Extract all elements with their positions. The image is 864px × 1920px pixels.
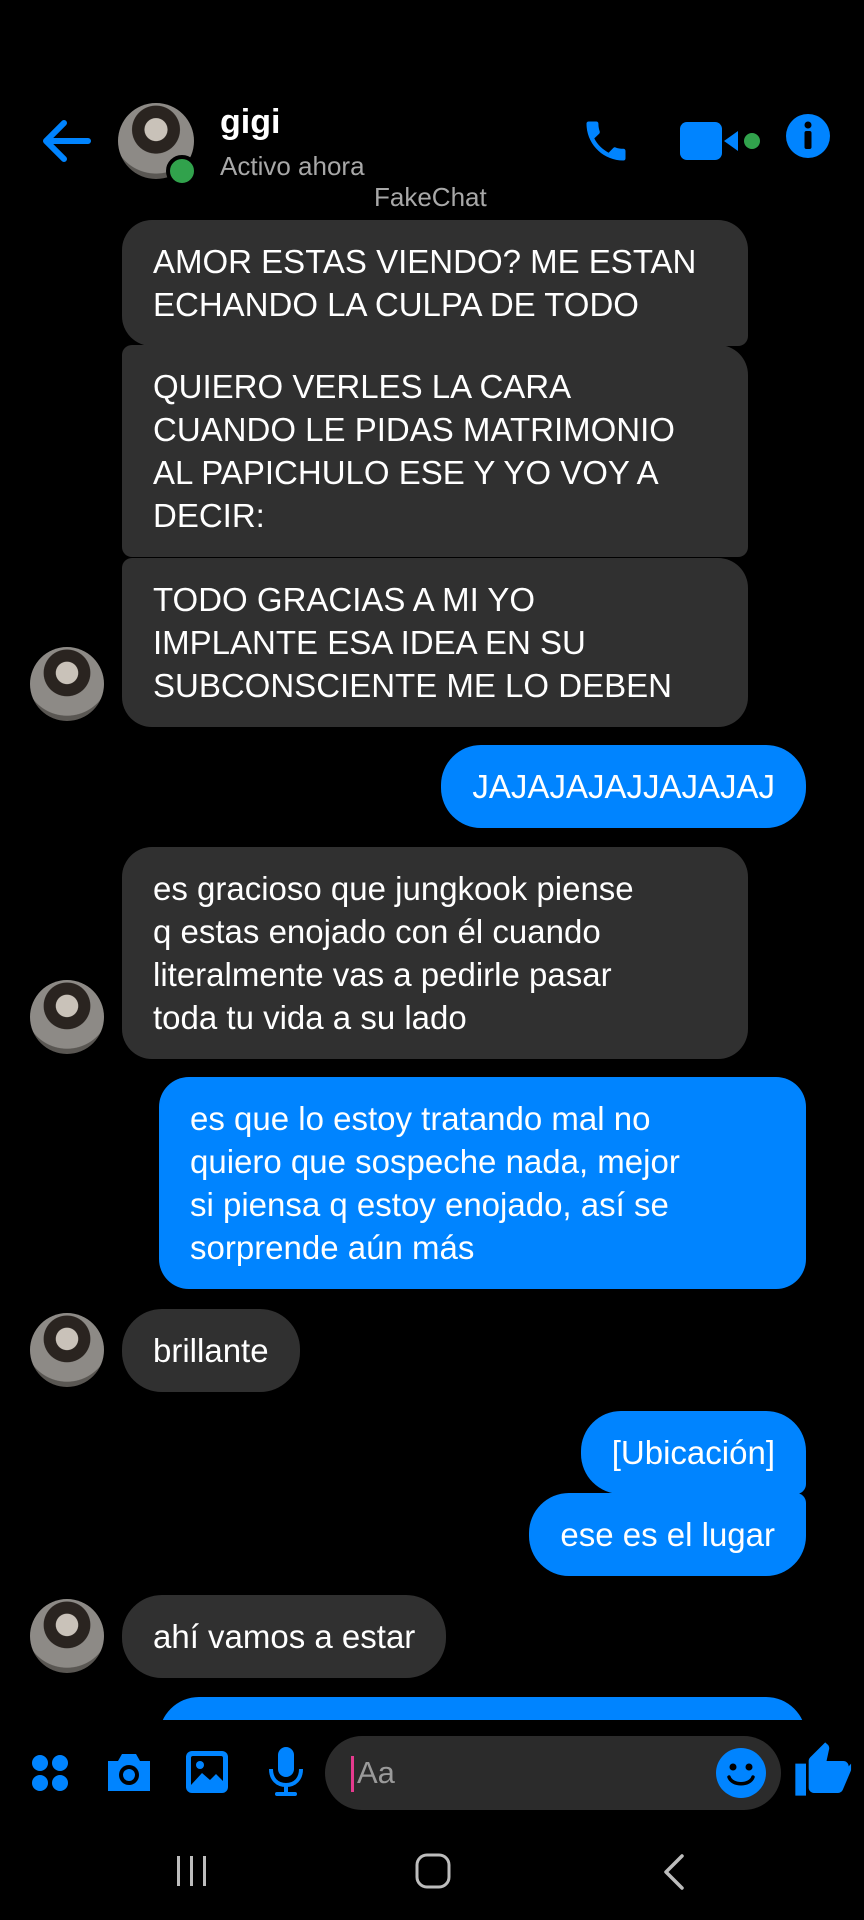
back-icon[interactable] xyxy=(660,1852,688,1892)
like-icon[interactable] xyxy=(790,1737,854,1801)
apps-icon[interactable] xyxy=(30,1753,70,1793)
message-incoming[interactable]: brillante xyxy=(122,1309,300,1392)
online-indicator xyxy=(166,155,198,187)
message-input-placeholder: Aa xyxy=(357,1755,395,1790)
message-incoming[interactable]: TODO GRACIAS A MI YO IMPLANTE ESA IDEA E… xyxy=(122,558,748,727)
message-outgoing[interactable]: [Ubicación] xyxy=(580,1411,806,1494)
message-incoming[interactable]: ahí vamos a estar xyxy=(122,1595,447,1678)
sender-avatar[interactable] xyxy=(30,1599,104,1673)
sender-avatar[interactable] xyxy=(30,1313,104,1387)
back-arrow-icon[interactable] xyxy=(38,115,94,167)
contact-name[interactable]: gigi xyxy=(220,103,280,142)
message-outgoing[interactable]: ese es el lugar xyxy=(529,1493,806,1576)
camera-icon[interactable] xyxy=(104,1749,154,1795)
message-outgoing[interactable]: JAJAJAJAJJAJAJAJ xyxy=(441,745,806,828)
message-incoming[interactable]: QUIERO VERLES LA CARA CUANDO LE PIDAS MA… xyxy=(122,345,748,557)
phone-icon[interactable] xyxy=(580,115,632,167)
message-outgoing-partial[interactable] xyxy=(159,1697,806,1720)
video-camera-icon[interactable] xyxy=(678,118,764,164)
watermark: FakeChat xyxy=(374,182,487,212)
system-navigation-bar xyxy=(0,1840,864,1920)
recent-apps-icon[interactable] xyxy=(174,1854,210,1888)
chat-header: gigi Activo ahora FakeChat xyxy=(0,95,864,212)
image-icon[interactable] xyxy=(184,1749,230,1795)
sender-avatar[interactable] xyxy=(30,647,104,721)
sender-avatar[interactable] xyxy=(30,980,104,1054)
emoji-icon[interactable] xyxy=(715,1747,767,1799)
contact-status: Activo ahora xyxy=(220,151,365,181)
composer-bar: Aa xyxy=(0,1733,864,1813)
message-outgoing[interactable]: es que lo estoy tratando mal no quiero q… xyxy=(159,1077,806,1289)
message-list[interactable]: AMOR ESTAS VIENDO? ME ESTAN ECHANDO LA C… xyxy=(0,215,864,1720)
microphone-icon[interactable] xyxy=(266,1745,306,1799)
home-icon[interactable] xyxy=(414,1852,452,1890)
message-incoming[interactable]: AMOR ESTAS VIENDO? ME ESTAN ECHANDO LA C… xyxy=(122,220,748,346)
message-input[interactable]: Aa xyxy=(325,1736,781,1810)
message-incoming[interactable]: es gracioso que jungkook piense q estas … xyxy=(122,847,748,1059)
text-cursor xyxy=(351,1756,354,1792)
info-icon[interactable] xyxy=(785,113,831,159)
